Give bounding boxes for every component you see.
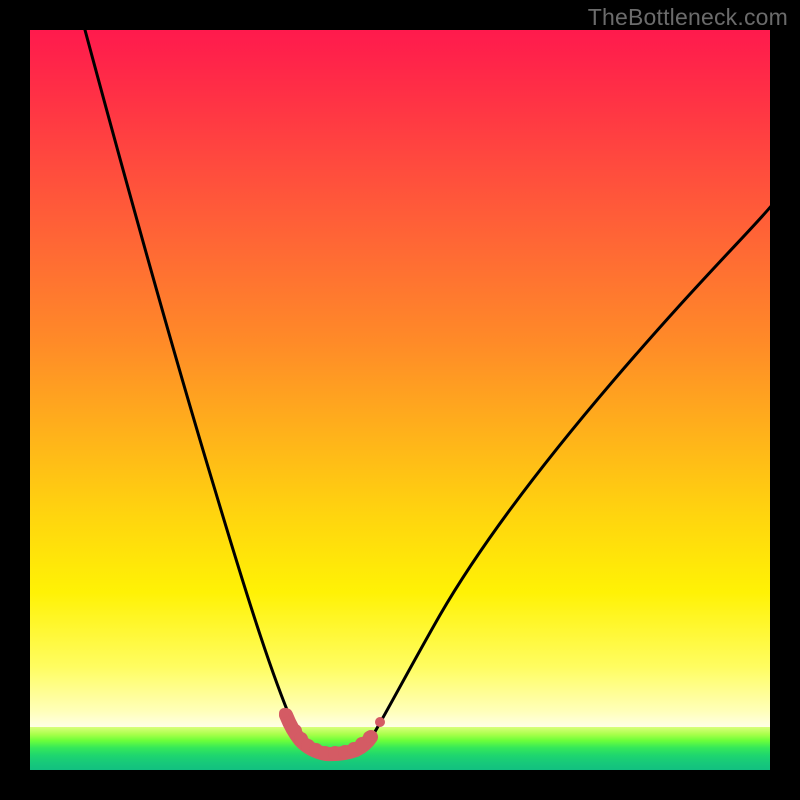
canvas-frame: TheBottleneck.com [0,0,800,800]
right-curve [362,205,772,752]
left-curve [85,30,311,752]
curve-overlay [30,30,770,770]
watermark-text: TheBottleneck.com [588,4,788,31]
necklace-beads [279,708,385,760]
